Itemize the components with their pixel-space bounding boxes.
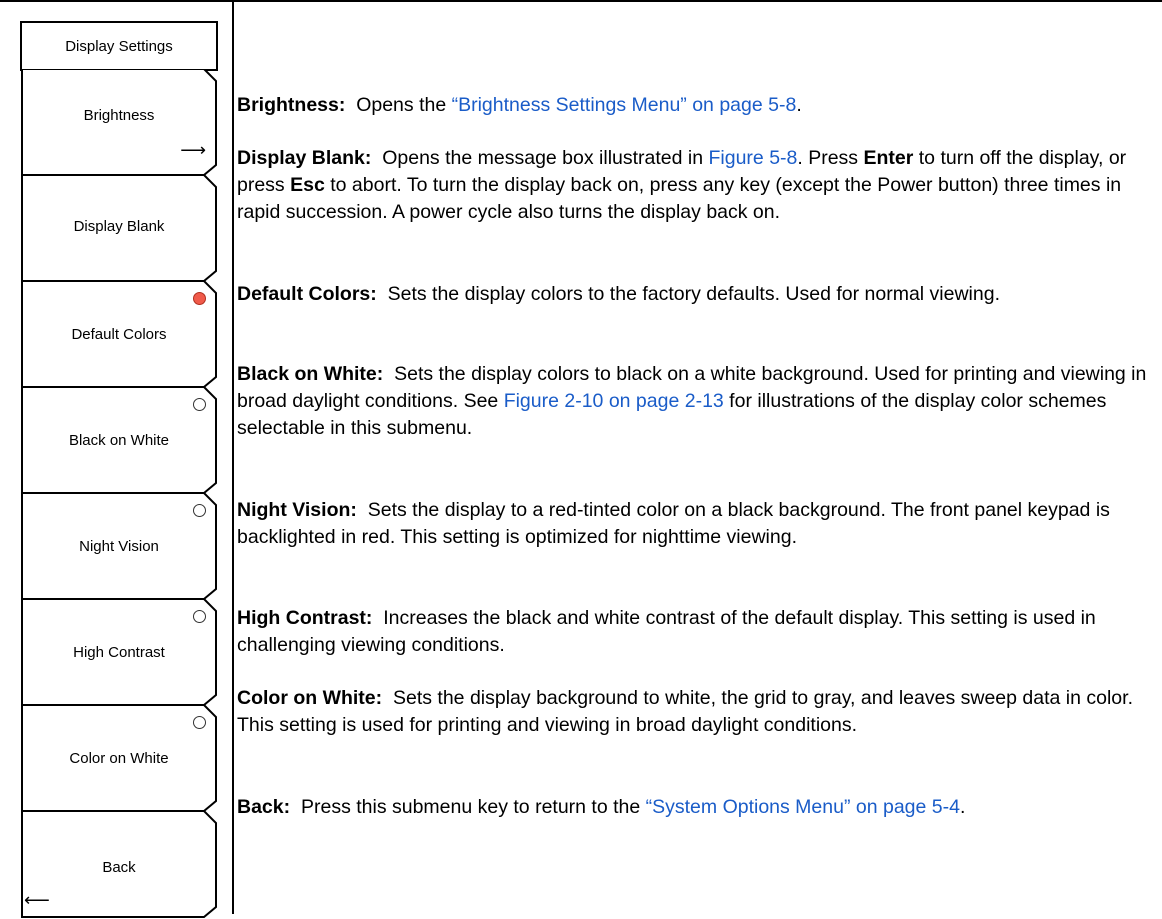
black-on-white-key[interactable]: Black on White (20, 387, 218, 495)
color-on-white-key[interactable]: Color on White (20, 705, 218, 813)
desc-text: Opens the (356, 94, 452, 116)
term: Brightness: (237, 94, 346, 116)
color-on-white-key-label: Color on White (69, 750, 169, 767)
display-blank-key-label: Display Blank (73, 218, 165, 235)
display-blank-description: Display Blank: Opens the message box ill… (237, 145, 1155, 226)
term: Display Blank: (237, 147, 372, 169)
desc-text: Sets the display to a red-tinted color o… (237, 499, 1110, 548)
enter-key-name: Enter (863, 147, 914, 169)
night-vision-key[interactable]: Night Vision (20, 493, 218, 601)
term: Night Vision: (237, 499, 357, 521)
default-colors-key-label: Default Colors (71, 326, 167, 343)
radio-icon (193, 610, 206, 623)
term: Default Colors: (237, 283, 377, 305)
system-options-menu-link[interactable]: “System Options Menu” on page 5-4 (646, 796, 960, 818)
desc-text: to abort. To turn the display back on, p… (237, 174, 1122, 223)
back-description: Back: Press this submenu key to return t… (237, 794, 1155, 821)
brightness-key-label: Brightness (83, 107, 155, 124)
figure-2-10-link[interactable]: Figure 2-10 on page 2-13 (504, 390, 724, 412)
radio-icon (193, 398, 206, 411)
radio-icon (193, 716, 206, 729)
black-on-white-description: Black on White: Sets the display colors … (237, 361, 1155, 442)
brightness-description: Brightness: Opens the “Brightness Settin… (237, 92, 1155, 119)
brightness-key[interactable]: Brightness ⟶ (20, 69, 218, 177)
back-key[interactable]: Back ⟵ (20, 811, 218, 919)
column-divider (232, 0, 234, 914)
back-key-label: Back (102, 859, 136, 876)
desc-text: . Press (797, 147, 864, 169)
desc-text: Press this submenu key to return to the (300, 796, 646, 818)
term: Back: (237, 796, 291, 818)
desc-text: Opens the message box illustrated in (382, 147, 709, 169)
menu-title: Display Settings (20, 21, 218, 71)
submenu-arrow-icon: ⟶ (180, 140, 206, 160)
term: Color on White: (237, 687, 383, 709)
desc-text: . (959, 796, 966, 818)
default-colors-description: Default Colors: Sets the display colors … (237, 281, 1155, 308)
desc-text: . (796, 94, 802, 116)
figure-5-8-link[interactable]: Figure 5-8 (709, 147, 798, 169)
high-contrast-key[interactable]: High Contrast (20, 599, 218, 707)
default-colors-key[interactable]: Default Colors (20, 281, 218, 389)
back-arrow-icon: ⟵ (24, 890, 50, 910)
radio-selected-icon (193, 292, 206, 305)
color-on-white-description: Color on White: Sets the display backgro… (237, 685, 1155, 739)
radio-icon (193, 504, 206, 517)
night-vision-description: Night Vision: Sets the display to a red-… (237, 497, 1155, 551)
term: Black on White: (237, 363, 384, 385)
high-contrast-key-label: High Contrast (73, 644, 165, 661)
desc-text: Sets the display colors to the factory d… (387, 283, 1000, 305)
term: High Contrast: (237, 607, 373, 629)
top-rule (0, 0, 1162, 2)
high-contrast-description: High Contrast: Increases the black and w… (237, 605, 1155, 659)
esc-key-name: Esc (290, 174, 325, 196)
night-vision-key-label: Night Vision (79, 538, 159, 555)
display-blank-key[interactable]: Display Blank (20, 175, 218, 283)
black-on-white-key-label: Black on White (68, 432, 170, 449)
brightness-menu-link[interactable]: “Brightness Settings Menu” on page 5-8 (452, 94, 797, 116)
